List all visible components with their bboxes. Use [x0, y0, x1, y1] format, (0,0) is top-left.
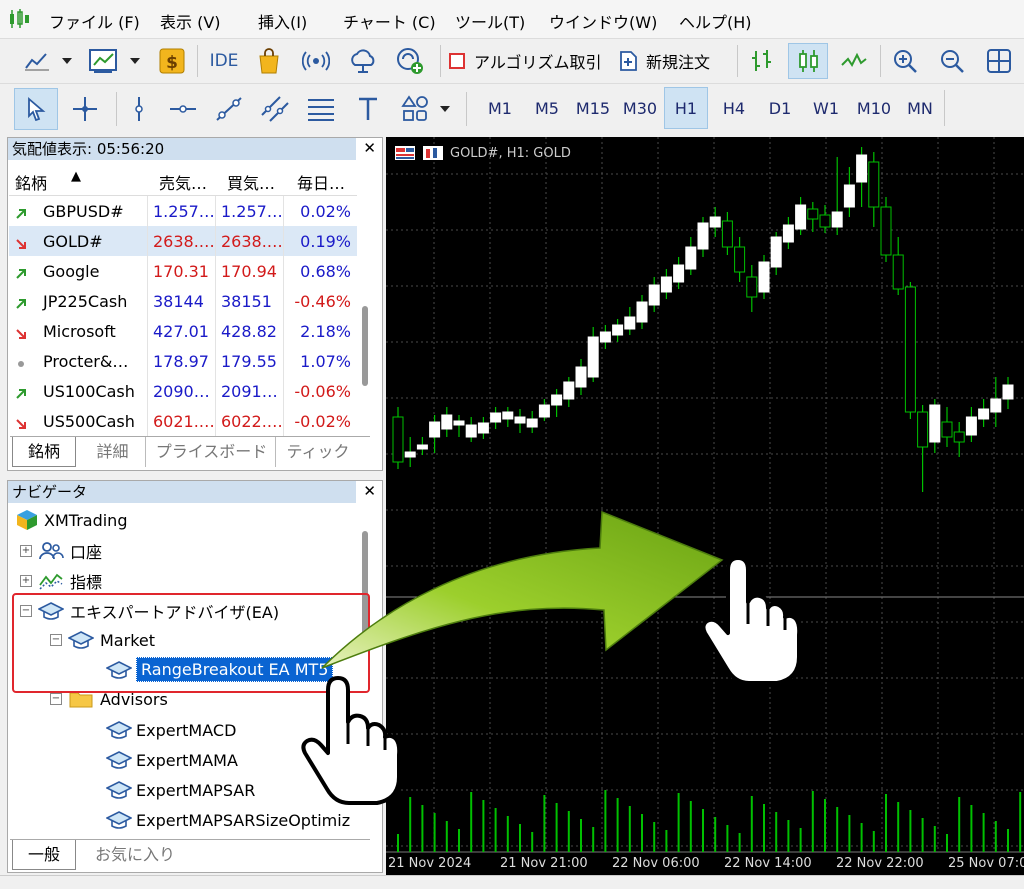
hand-cursor-icon: [301, 676, 402, 805]
hand-cursor-icon: [701, 556, 802, 685]
green-arrow-icon: [321, 510, 724, 669]
status-bar: [0, 875, 1024, 889]
overlay: [301, 510, 802, 805]
